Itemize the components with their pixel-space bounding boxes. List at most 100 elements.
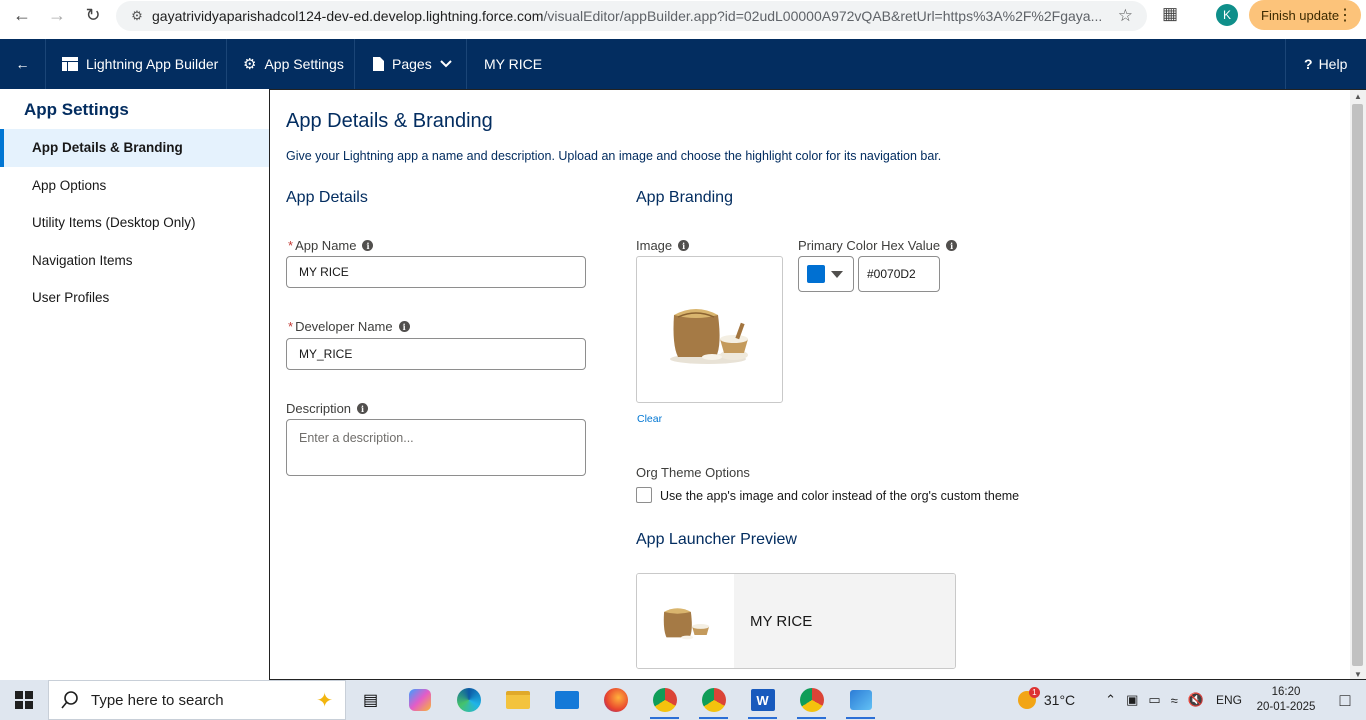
current-app-name: MY RICE — [484, 56, 543, 72]
info-icon[interactable]: i — [946, 240, 958, 251]
page-title: App Details & Branding — [286, 110, 493, 132]
chevron-down-icon — [439, 60, 452, 68]
required-marker: * — [288, 238, 294, 253]
image-label-text: Image — [636, 238, 673, 253]
firefox-icon[interactable] — [591, 680, 640, 720]
task-view-icon[interactable]: ▤ — [346, 680, 395, 720]
back-arrow-icon: ← — [15, 56, 30, 72]
org-theme-label: Org Theme Options — [636, 465, 750, 480]
extensions-icon[interactable]: ▦ — [1162, 4, 1178, 24]
clock-time: 16:20 — [1271, 686, 1301, 698]
description-label-text: Description — [286, 401, 352, 416]
sidebar-item-user-profiles[interactable]: User Profiles — [0, 279, 270, 317]
forward-arrow-icon[interactable]: → — [40, 0, 74, 30]
app-name-label-text: App Name — [295, 238, 357, 253]
file-explorer-icon[interactable] — [493, 680, 542, 720]
browser-profile-avatar[interactable]: K — [1216, 4, 1238, 26]
chrome-icon[interactable] — [640, 680, 689, 720]
url-host: gayatrividyaparishadcol124-dev-ed.develo… — [152, 8, 544, 24]
gear-icon: ⚙ — [243, 56, 257, 73]
color-picker-button[interactable] — [798, 256, 854, 292]
app-builder-icon — [62, 57, 78, 71]
sidebar-item-app-options[interactable]: App Options — [0, 167, 270, 205]
lightning-app-builder-button[interactable]: Lightning App Builder — [46, 39, 227, 89]
mail-icon[interactable] — [542, 680, 591, 720]
sidebar-item-app-details-branding[interactable]: App Details & Branding — [0, 129, 270, 167]
app-launcher-preview-heading: App Launcher Preview — [636, 531, 797, 548]
back-button[interactable]: ← — [0, 39, 46, 89]
weather-badge: 1 — [1028, 687, 1040, 698]
app-name-label: * App Name i — [288, 238, 374, 253]
weather-icon[interactable]: 1 — [1017, 687, 1040, 709]
photos-icon[interactable] — [836, 680, 885, 720]
developer-name-label: * Developer Name i — [288, 319, 410, 334]
app-details-heading: App Details — [286, 189, 368, 206]
app-builder-header: ← Lightning App Builder ⚙ App Settings P… — [0, 39, 1366, 89]
panel-scrollbar[interactable]: ▲ ▼ — [1350, 90, 1366, 679]
color-hex-input[interactable]: #0070D2 — [858, 256, 940, 292]
preview-app-name: MY RICE — [734, 574, 955, 668]
settings-sidebar: App Settings App Details & Branding App … — [0, 89, 270, 680]
image-label: Image i — [636, 238, 690, 253]
battery-icon[interactable]: ▭ — [1148, 692, 1160, 708]
info-icon[interactable]: i — [678, 240, 690, 251]
developer-name-label-text: Developer Name — [295, 319, 393, 334]
windows-taskbar: Type here to search ✦ ▤ W 1 31°C ⌃ ▣ ▭ ≈… — [0, 680, 1366, 720]
clear-image-link[interactable]: Clear — [637, 413, 662, 425]
color-swatch — [807, 265, 825, 283]
primary-color-label-text: Primary Color Hex Value — [798, 238, 941, 253]
primary-color-label: Primary Color Hex Value i — [798, 238, 958, 253]
sidebar-title: App Settings — [24, 100, 129, 119]
edge-browser-icon[interactable] — [444, 680, 493, 720]
page-icon — [373, 57, 384, 71]
app-name-input[interactable]: MY RICE — [286, 256, 586, 288]
weather-temp[interactable]: 31°C — [1044, 692, 1075, 708]
back-arrow-icon[interactable]: ← — [5, 0, 39, 30]
developer-name-input[interactable]: MY_RICE — [286, 338, 586, 370]
info-icon[interactable]: i — [398, 321, 410, 332]
bookmark-star-icon[interactable]: ☆ — [1118, 6, 1133, 26]
windows-start-button[interactable] — [0, 680, 48, 720]
volume-mute-icon[interactable]: 🔇 — [1188, 692, 1204, 708]
description-textarea[interactable]: Enter a description... — [286, 419, 586, 476]
site-info-icon[interactable]: ⚙ — [122, 8, 152, 24]
help-icon: ? — [1304, 56, 1313, 72]
sidebar-item-navigation-items[interactable]: Navigation Items — [0, 242, 270, 280]
copilot-icon[interactable] — [395, 680, 444, 720]
search-placeholder: Type here to search — [91, 691, 224, 709]
info-icon[interactable]: i — [357, 403, 369, 414]
chevron-up-icon[interactable]: ⌃ — [1105, 692, 1116, 708]
pages-label: Pages — [392, 56, 432, 72]
scrollbar-thumb[interactable] — [1352, 104, 1363, 666]
help-label: Help — [1318, 56, 1348, 72]
page-description: Give your Lightning app a name and descr… — [286, 149, 942, 163]
chrome-profile-icon[interactable] — [689, 680, 738, 720]
meet-now-icon[interactable]: ▣ — [1126, 692, 1138, 708]
wifi-icon[interactable]: ≈ — [1171, 693, 1178, 708]
finish-update-button[interactable]: Finish update ⋮ — [1249, 0, 1361, 30]
app-image-upload[interactable] — [636, 256, 783, 403]
rice-sack-image — [663, 608, 709, 640]
pages-dropdown[interactable]: Pages — [355, 39, 467, 89]
app-launcher-preview: MY RICE — [636, 573, 956, 669]
word-icon[interactable]: W — [738, 680, 787, 720]
scroll-up-arrow-icon[interactable]: ▲ — [1354, 92, 1362, 101]
address-bar[interactable]: ⚙ gayatrividyaparishadcol124-dev-ed.deve… — [116, 1, 1147, 31]
scroll-down-arrow-icon[interactable]: ▼ — [1354, 670, 1362, 679]
org-theme-checkbox-label[interactable]: Use the app's image and color instead of… — [660, 489, 1019, 503]
notifications-icon[interactable]: □ — [1324, 690, 1366, 711]
app-settings-button[interactable]: ⚙ App Settings — [227, 39, 355, 89]
org-theme-checkbox[interactable] — [636, 487, 652, 503]
preview-image — [637, 574, 734, 668]
taskbar-search-box[interactable]: Type here to search ✦ — [48, 680, 346, 720]
app-details-panel: App Details & Branding Give your Lightni… — [269, 89, 1366, 680]
info-icon[interactable]: i — [362, 240, 374, 251]
settings-label: App Settings — [264, 56, 344, 72]
help-button[interactable]: ? Help — [1285, 39, 1366, 89]
reload-icon[interactable]: ↻ — [76, 0, 110, 30]
language-indicator[interactable]: ENG — [1216, 693, 1242, 707]
chrome-profile-icon[interactable] — [787, 680, 836, 720]
url-text: gayatrividyaparishadcol124-dev-ed.develo… — [152, 8, 1102, 24]
sidebar-item-utility-items[interactable]: Utility Items (Desktop Only) — [0, 204, 270, 242]
clock[interactable]: 16:20 20-01-2025 — [1248, 685, 1324, 715]
